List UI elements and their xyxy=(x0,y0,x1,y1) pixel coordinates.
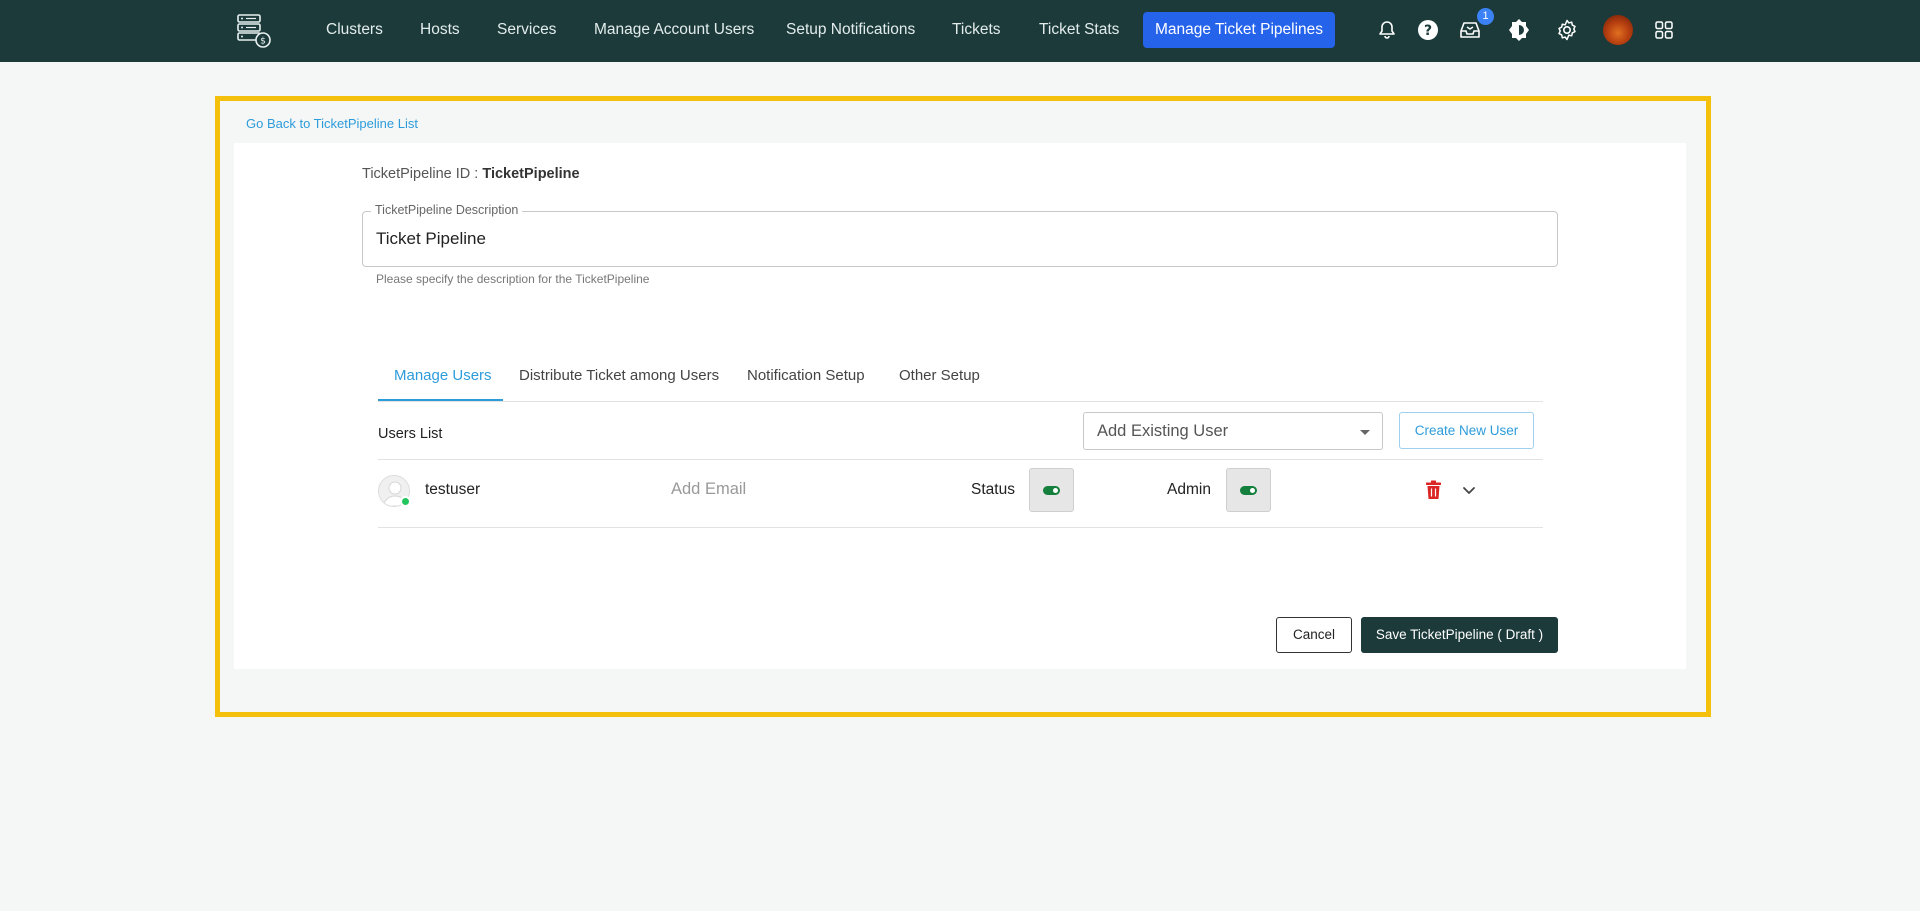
save-draft-button[interactable]: Save TicketPipeline ( Draft ) xyxy=(1361,617,1558,653)
caret-down-icon xyxy=(1360,430,1370,435)
tab-distribute-ticket[interactable]: Distribute Ticket among Users xyxy=(519,367,719,384)
pipeline-id-label: TicketPipeline ID : xyxy=(362,166,479,182)
help-icon[interactable]: ? xyxy=(1415,17,1441,43)
admin-toggle[interactable] xyxy=(1226,468,1271,512)
user-row-divider xyxy=(378,527,1543,528)
status-toggle[interactable] xyxy=(1029,468,1074,512)
users-list-divider xyxy=(378,459,1543,460)
tab-manage-users[interactable]: Manage Users xyxy=(394,367,492,384)
user-avatar-icon[interactable] xyxy=(1603,15,1633,45)
user-name: testuser xyxy=(425,481,481,498)
pipeline-id-line: TicketPipeline ID : TicketPipeline xyxy=(362,166,580,182)
inbox-icon[interactable]: 1 xyxy=(1457,8,1494,43)
description-help-text: Please specify the description for the T… xyxy=(376,272,650,286)
nav-services[interactable]: Services xyxy=(497,0,556,60)
inbox-badge: 1 xyxy=(1477,8,1494,25)
nav-manage-ticket-pipelines[interactable]: Manage Ticket Pipelines xyxy=(1143,12,1336,48)
description-field[interactable] xyxy=(362,211,1558,267)
status-label: Status xyxy=(971,481,1015,498)
trash-icon[interactable] xyxy=(1425,480,1442,500)
description-label: TicketPipeline Description xyxy=(371,203,523,217)
server-logo-icon[interactable]: $ xyxy=(235,11,273,49)
nav-clusters[interactable]: Clusters xyxy=(326,0,383,60)
apps-grid-icon[interactable] xyxy=(1651,17,1677,43)
tab-notification-setup[interactable]: Notification Setup xyxy=(747,367,865,384)
cancel-button[interactable]: Cancel xyxy=(1276,617,1352,653)
nav-tickets[interactable]: Tickets xyxy=(952,0,1001,60)
pipeline-id-value: TicketPipeline xyxy=(482,166,580,182)
bell-icon[interactable] xyxy=(1374,17,1400,43)
add-email-field[interactable]: Add Email xyxy=(671,480,746,499)
nav-hosts[interactable]: Hosts xyxy=(420,0,460,60)
description-input-value[interactable]: Ticket Pipeline xyxy=(376,229,486,249)
svg-text:$: $ xyxy=(260,37,266,47)
brightness-icon[interactable] xyxy=(1506,17,1532,43)
chevron-down-icon[interactable] xyxy=(1461,482,1477,498)
svg-text:?: ? xyxy=(1424,23,1432,39)
toggle-on-icon xyxy=(1240,486,1257,495)
tabs-divider xyxy=(378,401,1543,402)
toggle-on-icon xyxy=(1043,486,1060,495)
back-to-list-link[interactable]: Go Back to TicketPipeline List xyxy=(246,116,418,131)
add-existing-user-placeholder: Add Existing User xyxy=(1097,422,1229,440)
tab-other-setup[interactable]: Other Setup xyxy=(899,367,980,384)
nav-manage-account-users[interactable]: Manage Account Users xyxy=(594,0,754,60)
gear-icon[interactable] xyxy=(1554,17,1580,43)
nav-setup-notifications[interactable]: Setup Notifications xyxy=(786,0,915,60)
nav-ticket-stats[interactable]: Ticket Stats xyxy=(1039,0,1119,60)
online-status-dot xyxy=(400,496,411,507)
top-navbar: $ Clusters Hosts Services Manage Account… xyxy=(0,0,1920,62)
create-new-user-button[interactable]: Create New User xyxy=(1399,412,1534,449)
users-list-title: Users List xyxy=(378,426,443,442)
admin-label: Admin xyxy=(1167,481,1211,498)
add-existing-user-select[interactable]: Add Existing User xyxy=(1083,412,1383,450)
